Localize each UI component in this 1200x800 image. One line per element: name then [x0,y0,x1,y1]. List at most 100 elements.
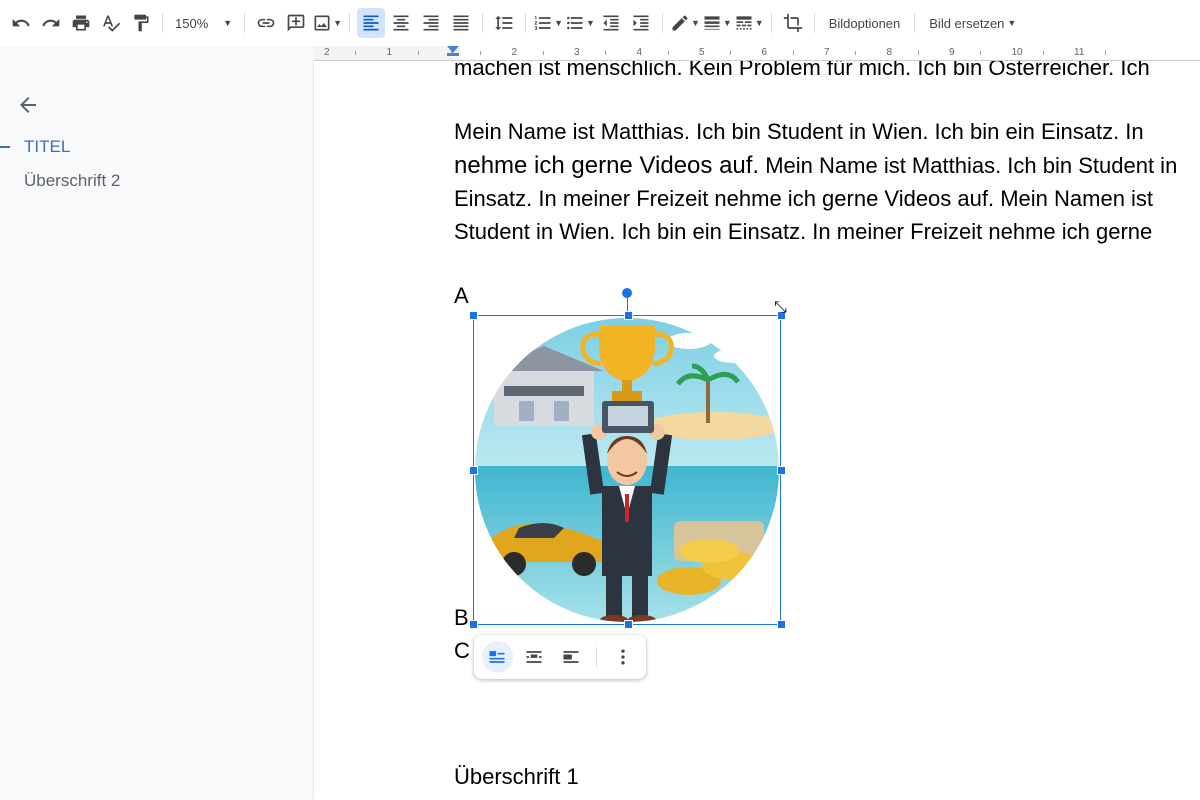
doc-line: Einsatz. In meiner Freizeit nehme ich ge… [454,186,1154,211]
toolbar-divider [813,13,815,33]
ruler-number: 5 [699,47,705,58]
doc-line: Student in Wien. Ich bin ein Einsatz. In… [454,219,1153,244]
ruler-number: 2 [324,47,330,58]
doc-line-segment: Mein Name ist Matthias. Ich bin Student … [759,153,1178,178]
doc-line: machen ist menschlich. Kein Problem für … [454,61,1150,80]
toolbar-divider [914,13,916,33]
chevron-down-icon: ▼ [754,18,764,28]
align-right-icon[interactable] [417,8,445,38]
indent-marker[interactable] [447,46,459,53]
wrap-inline-icon[interactable] [482,641,513,673]
outline-item-title[interactable]: TITEL [24,137,70,157]
image-options-button[interactable]: Bildoptionen [821,16,909,31]
ruler-number: 7 [824,47,830,58]
toolbar-divider [162,13,163,33]
doc-line-big-segment: nehme ich gerne Videos auf. [454,152,760,179]
rotate-handle[interactable] [622,288,632,298]
spellcheck-icon[interactable] [97,8,125,38]
chevron-down-icon: ▼ [554,18,564,28]
ruler-number: 2 [511,47,518,58]
selected-image[interactable] [469,311,786,629]
ruler-number: 11 [1074,47,1085,58]
print-icon[interactable] [67,8,95,38]
resize-cursor-icon: ⤡ [774,299,787,316]
image-options-label: Bildoptionen [828,15,901,31]
resize-handle-s[interactable] [624,620,633,629]
ruler-number: 8 [886,47,893,58]
doc-line: nehme ich gerne Videos auf. Mein Name is… [454,152,1177,180]
replace-image-label: Bild ersetzen [929,15,1005,31]
link-icon[interactable] [252,8,280,38]
break-text-icon[interactable] [556,641,587,673]
bulleted-list-icon[interactable]: ▼ [565,8,595,38]
border-dash-icon[interactable]: ▼ [734,8,764,38]
increase-indent-icon[interactable] [627,8,655,38]
ruler-number: 6 [761,47,768,58]
doc-letter-a: A [454,283,469,308]
bubble-divider [596,647,598,667]
ruler-number: 9 [949,47,955,58]
paint-format-icon[interactable] [127,8,155,38]
toolbar-divider [244,13,246,33]
chevron-down-icon: ▼ [722,18,732,28]
add-comment-icon[interactable] [282,8,310,38]
success-illustration [475,318,779,622]
ruler-tick [980,51,981,55]
numbered-list-icon[interactable]: ▼ [533,8,563,38]
border-color-icon[interactable]: ▼ [670,8,700,38]
resize-handle-se[interactable] [777,620,786,629]
outline-active-indicator [0,146,10,148]
ruler-tick [355,51,356,55]
doc-heading-1: Überschrift 1 [454,764,579,789]
ruler-tick [605,51,606,55]
image-layout-bubble [474,635,646,679]
resize-handle-n[interactable] [624,311,633,320]
ruler-tick [917,51,919,55]
doc-line: Mein Name ist Matthias. Ich bin Student … [454,119,1144,144]
zoom-select[interactable]: 150% ▼ [169,16,238,31]
replace-image-button[interactable]: Bild ersetzen ▼ [921,16,1024,31]
wrap-text-icon[interactable] [519,641,550,673]
border-weight-icon[interactable]: ▼ [702,8,732,38]
chevron-down-icon: ▼ [690,18,700,28]
chevron-down-icon: ▼ [333,18,343,28]
ruler-number: 1 [386,47,393,58]
outline-item-heading-2[interactable]: Überschrift 2 [24,171,120,191]
ruler-number: 10 [1011,47,1023,58]
insert-image-icon[interactable]: ▼ [312,8,342,38]
ruler-tick [855,51,856,55]
toolbar-divider [770,13,772,33]
align-center-icon[interactable] [387,8,415,38]
line-spacing-icon[interactable] [490,8,518,38]
ruler-tick [1105,51,1106,55]
resize-handle-sw[interactable] [469,620,478,629]
ruler-tick [730,51,731,55]
align-justify-icon[interactable] [447,8,475,38]
doc-letter-b: B [454,605,469,630]
resize-handle-e[interactable] [777,466,786,475]
toolbar-divider [661,13,663,33]
ruler-tick [480,51,481,55]
first-line-indent-marker[interactable] [447,53,459,56]
resize-handle-nw[interactable] [469,311,478,320]
align-left-icon[interactable] [357,8,386,38]
toolbar-divider [482,13,484,33]
ruler-tick [792,51,794,55]
more-options-icon[interactable] [607,641,638,673]
chevron-down-icon: ▼ [223,18,233,28]
decrease-indent-icon[interactable] [597,8,625,38]
ruler[interactable]: 211234567891011 [314,46,1200,61]
toolbar: 150% ▼ ▼ ▼ ▼ ▼ ▼ ▼ Bildoptionen Bild ers… [0,0,1200,46]
resize-handle-w[interactable] [469,466,478,475]
doc-letter-c: C [454,638,470,663]
undo-icon[interactable] [7,8,35,38]
ruler-tick [667,51,669,55]
ruler-tick [417,51,419,55]
redo-icon[interactable] [37,8,65,38]
toolbar-divider [349,13,351,33]
crop-icon[interactable] [779,8,807,38]
arrow-back-icon[interactable] [16,93,40,117]
chevron-down-icon: ▼ [1007,18,1017,28]
ruler-number: 4 [636,47,643,58]
document-page[interactable]: machen ist menschlich. Kein Problem für … [314,61,1200,800]
